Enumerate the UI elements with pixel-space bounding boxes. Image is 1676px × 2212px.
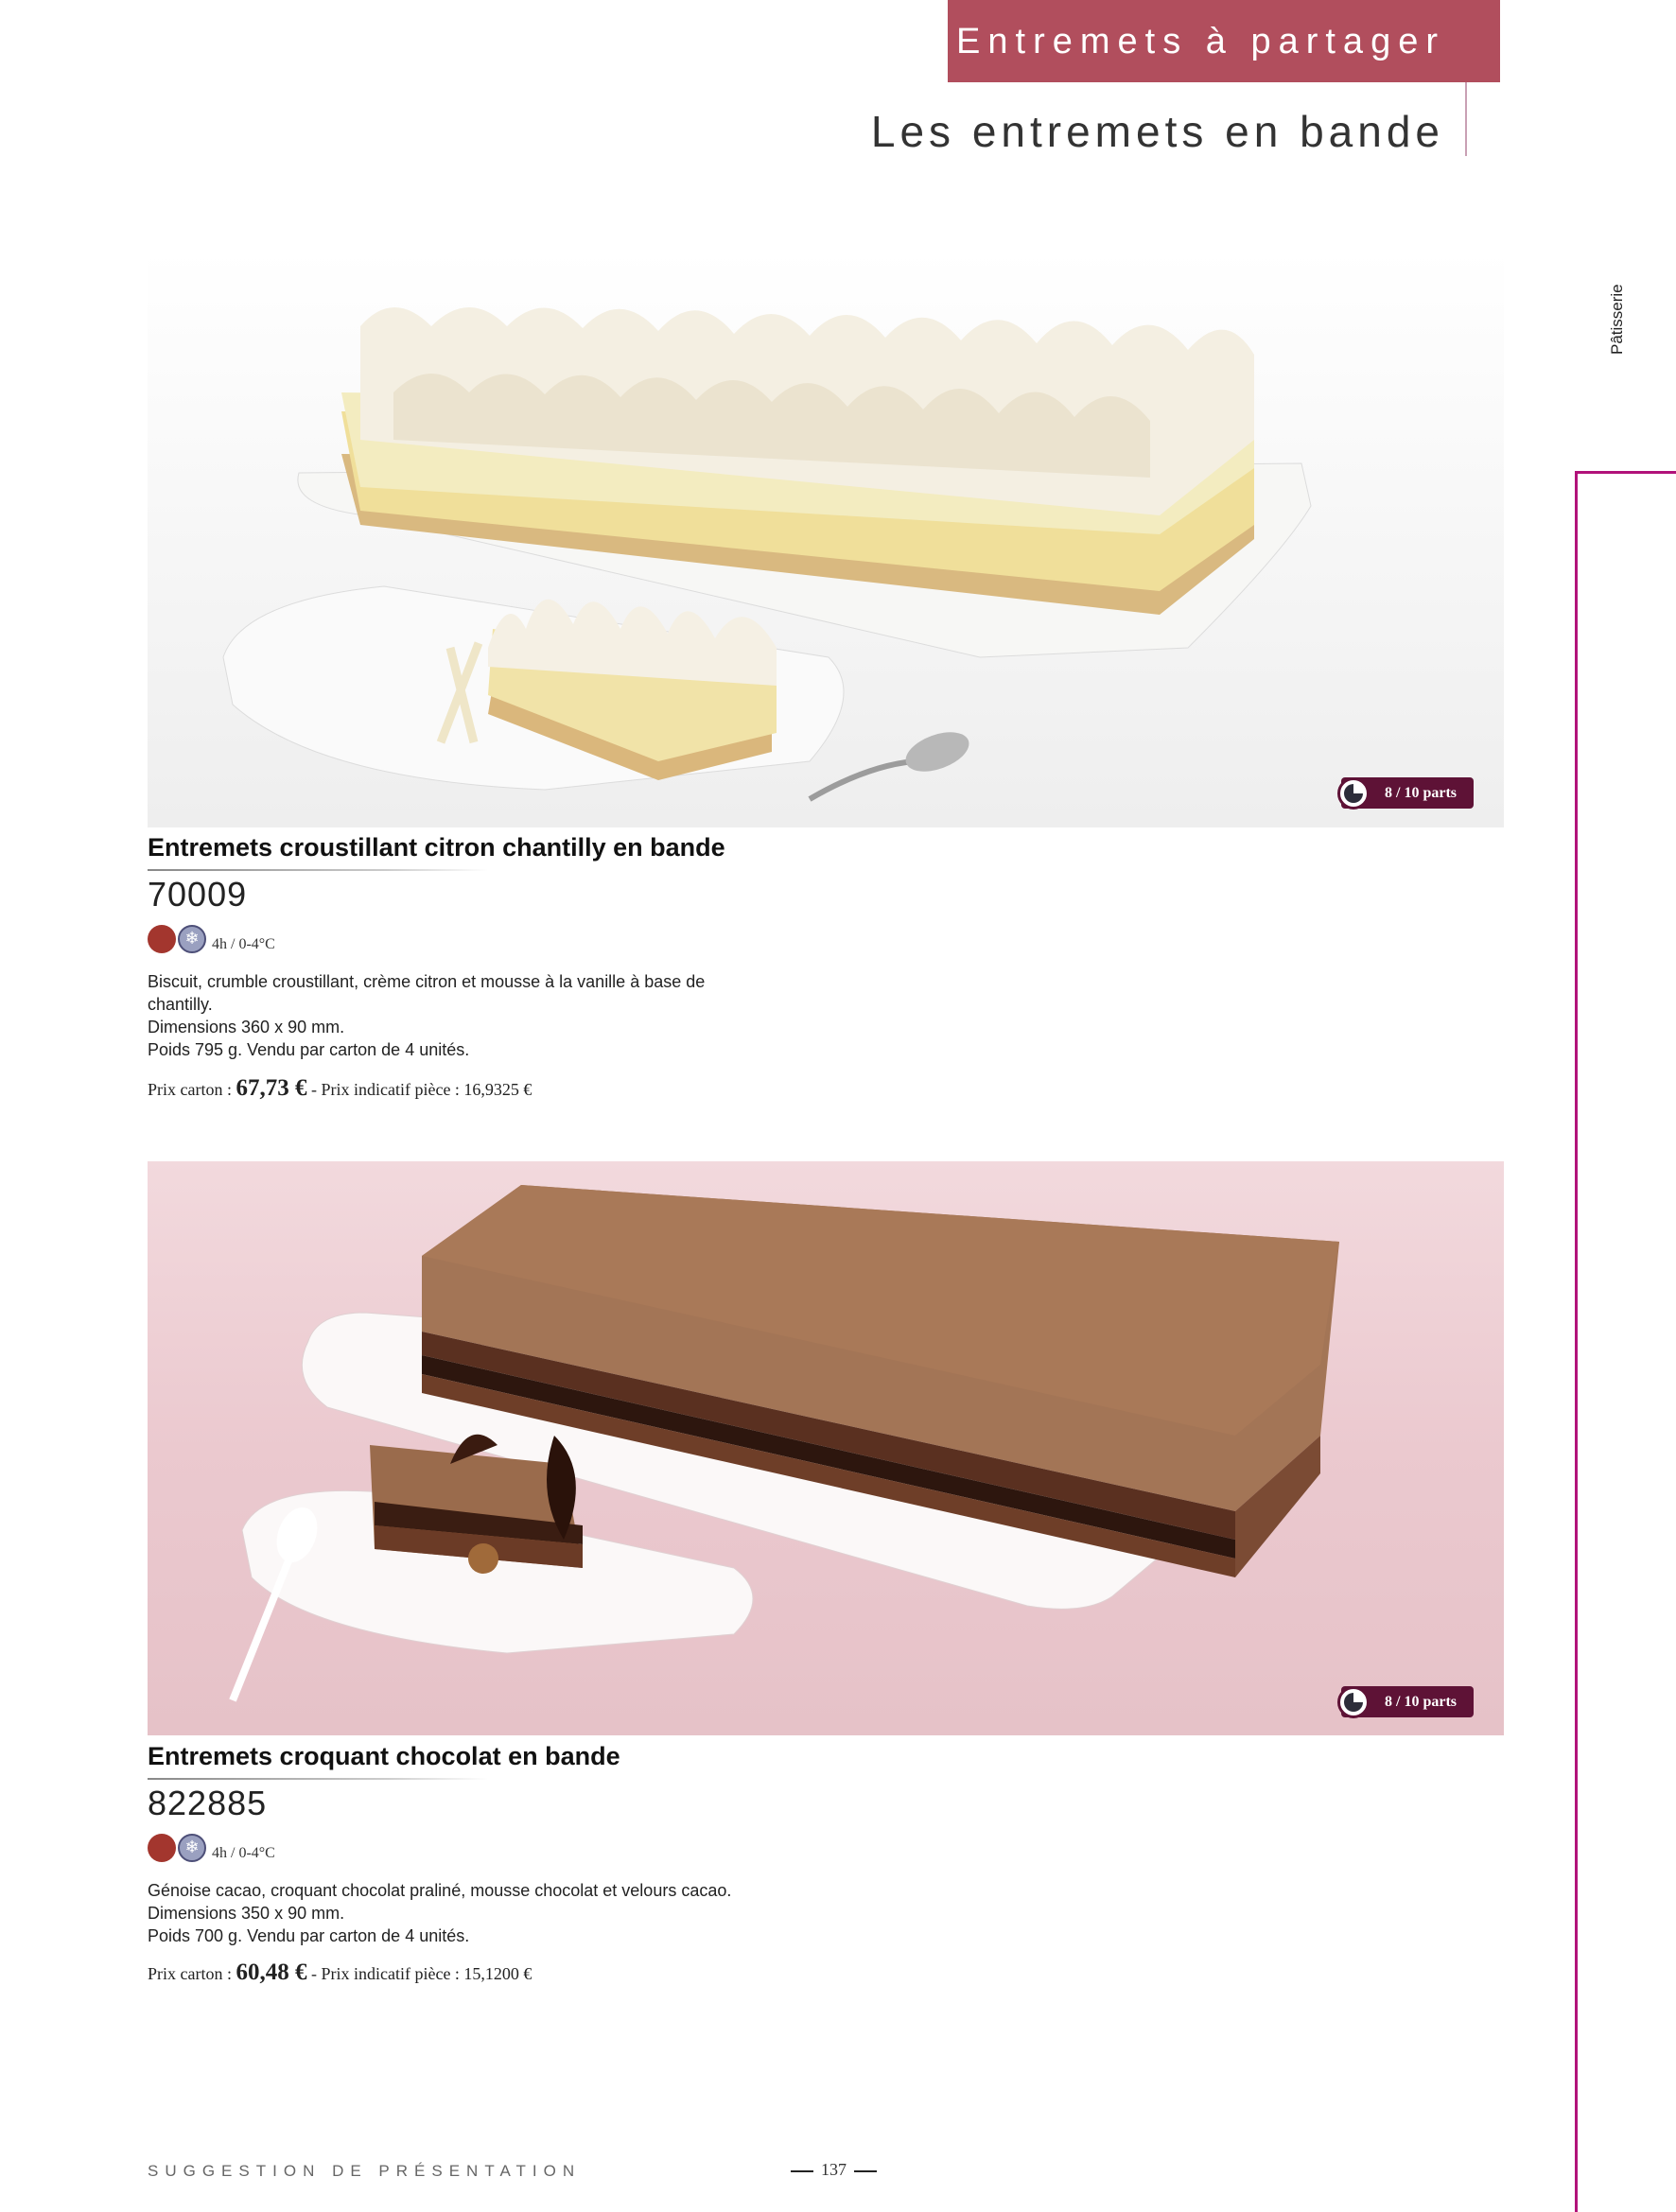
snowflake-icon: ❄ bbox=[178, 1834, 206, 1862]
price-label: Prix carton : bbox=[148, 1964, 236, 1983]
page-number: 137 bbox=[783, 2160, 884, 2180]
portion-label: 8 / 10 parts bbox=[1385, 1693, 1457, 1710]
description-text: Génoise cacao, croquant chocolat praliné… bbox=[148, 1881, 732, 1900]
price-value: 67,73 € bbox=[236, 1075, 307, 1101]
category-title: Entremets à partager bbox=[956, 22, 1445, 61]
price-label: Prix carton : bbox=[148, 1080, 236, 1099]
storage-icons: ❄ 4h / 0-4°C bbox=[148, 1834, 275, 1862]
storage-icons: ❄ 4h / 0-4°C bbox=[148, 925, 275, 953]
title-underline bbox=[148, 869, 488, 871]
product-price: Prix carton : 60,48 € - Prix indicatif p… bbox=[148, 1959, 532, 1986]
portion-icon bbox=[1337, 776, 1370, 810]
product-dot-icon bbox=[148, 925, 176, 953]
product-dot-icon bbox=[148, 1834, 176, 1862]
portion-badge-chocolat: 8 / 10 parts bbox=[1337, 1685, 1474, 1718]
product-description: Biscuit, crumble croustillant, crème cit… bbox=[148, 970, 753, 1061]
page-subtitle: Les entremets en bande bbox=[870, 107, 1444, 156]
unit-price: - Prix indicatif pièce : 16,9325 € bbox=[306, 1080, 532, 1099]
product-title: Entremets croustillant citron chantilly … bbox=[148, 833, 725, 862]
title-underline bbox=[148, 1778, 488, 1780]
thaw-info: 4h / 0-4°C bbox=[212, 936, 275, 952]
portion-icon bbox=[1337, 1685, 1370, 1718]
product-title: Entremets croquant chocolat en bande bbox=[148, 1742, 620, 1770]
dimensions-text: Dimensions 360 x 90 mm. bbox=[148, 1018, 345, 1036]
category-banner: Entremets à partager bbox=[948, 0, 1500, 82]
portion-badge-citron: 8 / 10 parts bbox=[1337, 776, 1474, 810]
snowflake-icon: ❄ bbox=[178, 925, 206, 953]
dimensions-text: Dimensions 350 x 90 mm. bbox=[148, 1904, 345, 1923]
product-price: Prix carton : 67,73 € - Prix indicatif p… bbox=[148, 1075, 532, 1102]
portion-label: 8 / 10 parts bbox=[1385, 784, 1457, 801]
subtitle-divider bbox=[1465, 82, 1467, 156]
presentation-note: SUGGESTION DE PRÉSENTATION bbox=[148, 2162, 582, 2180]
side-rule-horizontal bbox=[1575, 471, 1676, 474]
thaw-info: 4h / 0-4°C bbox=[212, 1845, 275, 1861]
product-code: 822885 bbox=[148, 1784, 268, 1822]
product-description: Génoise cacao, croquant chocolat praliné… bbox=[148, 1879, 753, 1947]
weight-text: Poids 700 g. Vendu par carton de 4 unité… bbox=[148, 1926, 470, 1945]
weight-text: Poids 795 g. Vendu par carton de 4 unité… bbox=[148, 1040, 470, 1059]
description-text: Biscuit, crumble croustillant, crème cit… bbox=[148, 972, 706, 1014]
side-rule-vertical bbox=[1575, 471, 1578, 2212]
product-code: 70009 bbox=[148, 875, 248, 914]
unit-price: - Prix indicatif pièce : 15,1200 € bbox=[306, 1964, 532, 1983]
product-photo-chocolat bbox=[148, 1161, 1504, 1735]
product-photo-citron bbox=[148, 251, 1504, 827]
price-value: 60,48 € bbox=[236, 1959, 307, 1985]
side-section-label: Pâtisserie bbox=[1608, 284, 1626, 355]
